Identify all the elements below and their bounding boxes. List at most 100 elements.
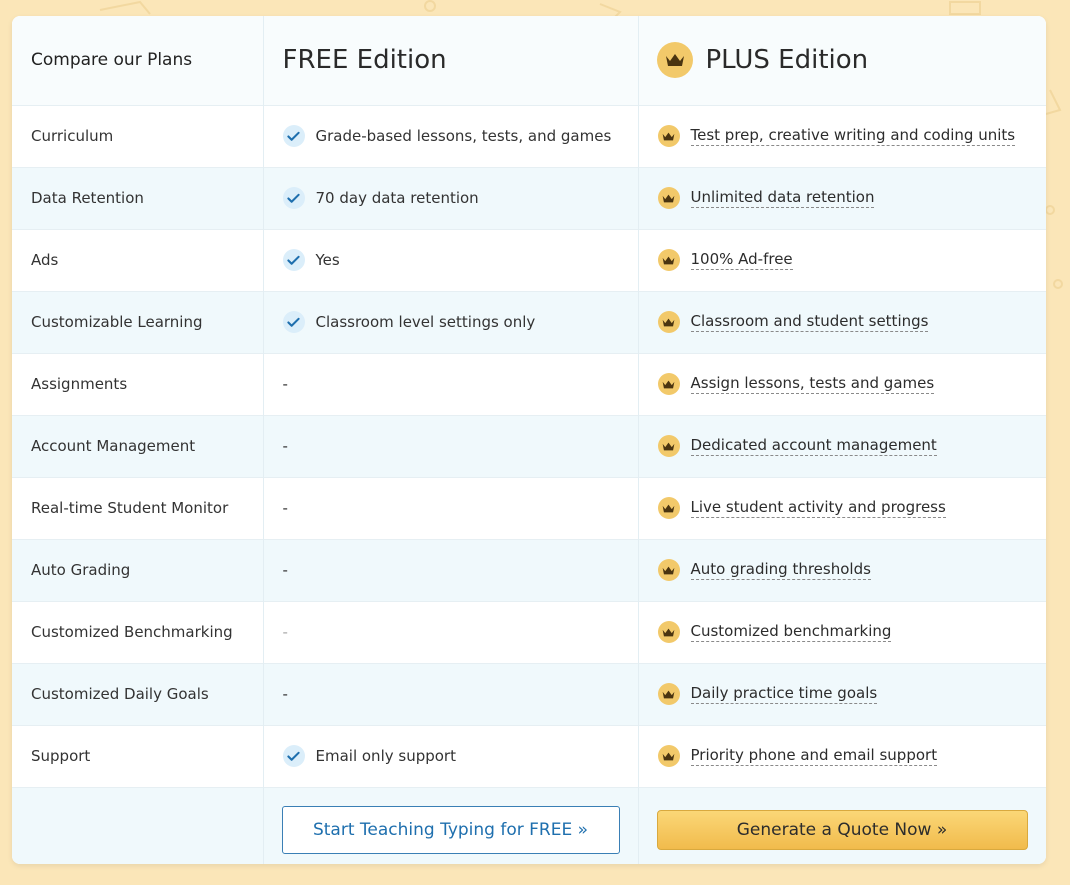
- table-row: Customized Benchmarking - Customized ben…: [12, 601, 1046, 663]
- plus-cell: Dedicated account management: [638, 415, 1046, 477]
- table-row: Assignments - Assign lessons, tests and …: [12, 353, 1046, 415]
- table-row: Customizable Learning Classroom level se…: [12, 291, 1046, 353]
- generate-quote-button[interactable]: Generate a Quote Now »: [656, 809, 1028, 850]
- feature-label: Ads: [31, 251, 59, 269]
- feature-label: Data Retention: [31, 189, 144, 207]
- free-feature-text: Email only support: [315, 747, 456, 765]
- check-icon: [282, 125, 305, 147]
- free-cell: -: [263, 415, 639, 477]
- feature-label: Account Management: [31, 437, 196, 455]
- check-icon: [282, 311, 305, 333]
- crown-icon: [657, 435, 680, 457]
- free-cell: Classroom level settings only: [263, 291, 639, 353]
- feature-label: Assignments: [31, 375, 128, 393]
- free-cell: -: [263, 539, 639, 601]
- crown-icon: [656, 42, 693, 79]
- footer-empty-cell: [12, 787, 264, 864]
- crown-icon: [657, 497, 680, 519]
- free-feature-text: Yes: [315, 251, 340, 269]
- check-icon: [282, 745, 305, 767]
- free-feature-dash: -: [282, 499, 288, 517]
- feature-cell: Customized Daily Goals: [12, 663, 264, 725]
- plus-feature-text[interactable]: Auto grading thresholds: [690, 560, 871, 580]
- feature-label: Real-time Student Monitor: [31, 499, 229, 517]
- free-feature-dash: -: [282, 685, 288, 703]
- plus-cell: Priority phone and email support: [638, 725, 1046, 787]
- free-cell: -: [263, 477, 639, 539]
- check-icon: [282, 187, 305, 209]
- feature-cell: Support: [12, 725, 264, 787]
- check-icon: [282, 249, 305, 271]
- free-feature-dash: -: [282, 561, 288, 579]
- free-cell: Email only support: [263, 725, 639, 787]
- compare-plans-label: Compare our Plans: [31, 50, 193, 71]
- plus-cell: Test prep, creative writing and coding u…: [638, 105, 1046, 167]
- plus-cell: Customized benchmarking: [638, 601, 1046, 663]
- plus-feature-text[interactable]: Daily practice time goals: [690, 684, 878, 704]
- start-free-button[interactable]: Start Teaching Typing for FREE »: [281, 805, 620, 854]
- free-cell: -: [263, 601, 639, 663]
- plus-feature-text[interactable]: Unlimited data retention: [690, 188, 875, 208]
- free-feature-dash: -: [282, 375, 288, 393]
- crown-icon: [657, 125, 680, 147]
- plus-edition-title: PLUS Edition: [705, 45, 869, 76]
- crown-icon: [657, 683, 680, 705]
- feature-cell: Account Management: [12, 415, 264, 477]
- feature-label: Support: [31, 747, 91, 765]
- free-edition-title: FREE Edition: [282, 45, 447, 76]
- plus-feature-text[interactable]: 100% Ad-free: [690, 250, 793, 270]
- free-feature-text: 70 day data retention: [315, 189, 479, 207]
- plus-cell: Classroom and student settings: [638, 291, 1046, 353]
- table-row: Data Retention 70 day data retention Unl…: [12, 167, 1046, 229]
- free-cell: -: [263, 663, 639, 725]
- feature-cell: Real-time Student Monitor: [12, 477, 264, 539]
- plus-feature-text[interactable]: Customized benchmarking: [690, 622, 892, 642]
- plus-cell: 100% Ad-free: [638, 229, 1046, 291]
- plus-cell: Live student activity and progress: [638, 477, 1046, 539]
- plan-comparison-table: Compare our Plans FREE Edition PLUS Edit…: [12, 16, 1046, 864]
- table-footer-row: Start Teaching Typing for FREE » Generate…: [12, 787, 1046, 864]
- crown-icon: [657, 373, 680, 395]
- plus-feature-text[interactable]: Assign lessons, tests and games: [690, 374, 935, 394]
- footer-free-cell: Start Teaching Typing for FREE »: [263, 787, 639, 864]
- free-cell: -: [263, 353, 639, 415]
- header-free-cell: FREE Edition: [263, 16, 639, 105]
- crown-icon: [657, 559, 680, 581]
- free-feature-dash: -: [282, 623, 288, 641]
- table-row: Account Management - Dedicated account m…: [12, 415, 1046, 477]
- table-header-row: Compare our Plans FREE Edition PLUS Edit…: [12, 16, 1046, 105]
- feature-label: Customizable Learning: [31, 313, 203, 331]
- plus-feature-text[interactable]: Priority phone and email support: [690, 746, 938, 766]
- free-feature-text: Grade-based lessons, tests, and games: [315, 127, 612, 145]
- crown-icon: [657, 187, 680, 209]
- feature-cell: Customizable Learning: [12, 291, 264, 353]
- free-feature-text: Classroom level settings only: [315, 313, 536, 331]
- free-cell: Grade-based lessons, tests, and games: [263, 105, 639, 167]
- plus-feature-text[interactable]: Live student activity and progress: [690, 498, 946, 518]
- crown-icon: [657, 249, 680, 271]
- plus-cell: Assign lessons, tests and games: [638, 353, 1046, 415]
- crown-icon: [657, 621, 680, 643]
- plus-feature-text[interactable]: Classroom and student settings: [690, 312, 929, 332]
- feature-label: Curriculum: [31, 127, 114, 145]
- plus-cell: Daily practice time goals: [638, 663, 1046, 725]
- table-row: Support Email only support Priority phon…: [12, 725, 1046, 787]
- feature-cell: Auto Grading: [12, 539, 264, 601]
- header-plus-cell: PLUS Edition: [638, 16, 1046, 105]
- table-row: Auto Grading - Auto grading thresholds: [12, 539, 1046, 601]
- feature-cell: Customized Benchmarking: [12, 601, 264, 663]
- table-row: Customized Daily Goals - Daily practice …: [12, 663, 1046, 725]
- table-row: Curriculum Grade-based lessons, tests, a…: [12, 105, 1046, 167]
- crown-icon: [657, 311, 680, 333]
- table-row: Real-time Student Monitor - Live student…: [12, 477, 1046, 539]
- header-compare-cell: Compare our Plans: [12, 16, 264, 105]
- feature-cell: Ads: [12, 229, 264, 291]
- plus-feature-text[interactable]: Test prep, creative writing and coding u…: [690, 126, 1016, 146]
- plus-feature-text[interactable]: Dedicated account management: [690, 436, 937, 456]
- plus-cell: Auto grading thresholds: [638, 539, 1046, 601]
- plus-cell: Unlimited data retention: [638, 167, 1046, 229]
- free-feature-dash: -: [282, 437, 288, 455]
- free-cell: Yes: [263, 229, 639, 291]
- feature-label: Auto Grading: [31, 561, 131, 579]
- feature-cell: Data Retention: [12, 167, 264, 229]
